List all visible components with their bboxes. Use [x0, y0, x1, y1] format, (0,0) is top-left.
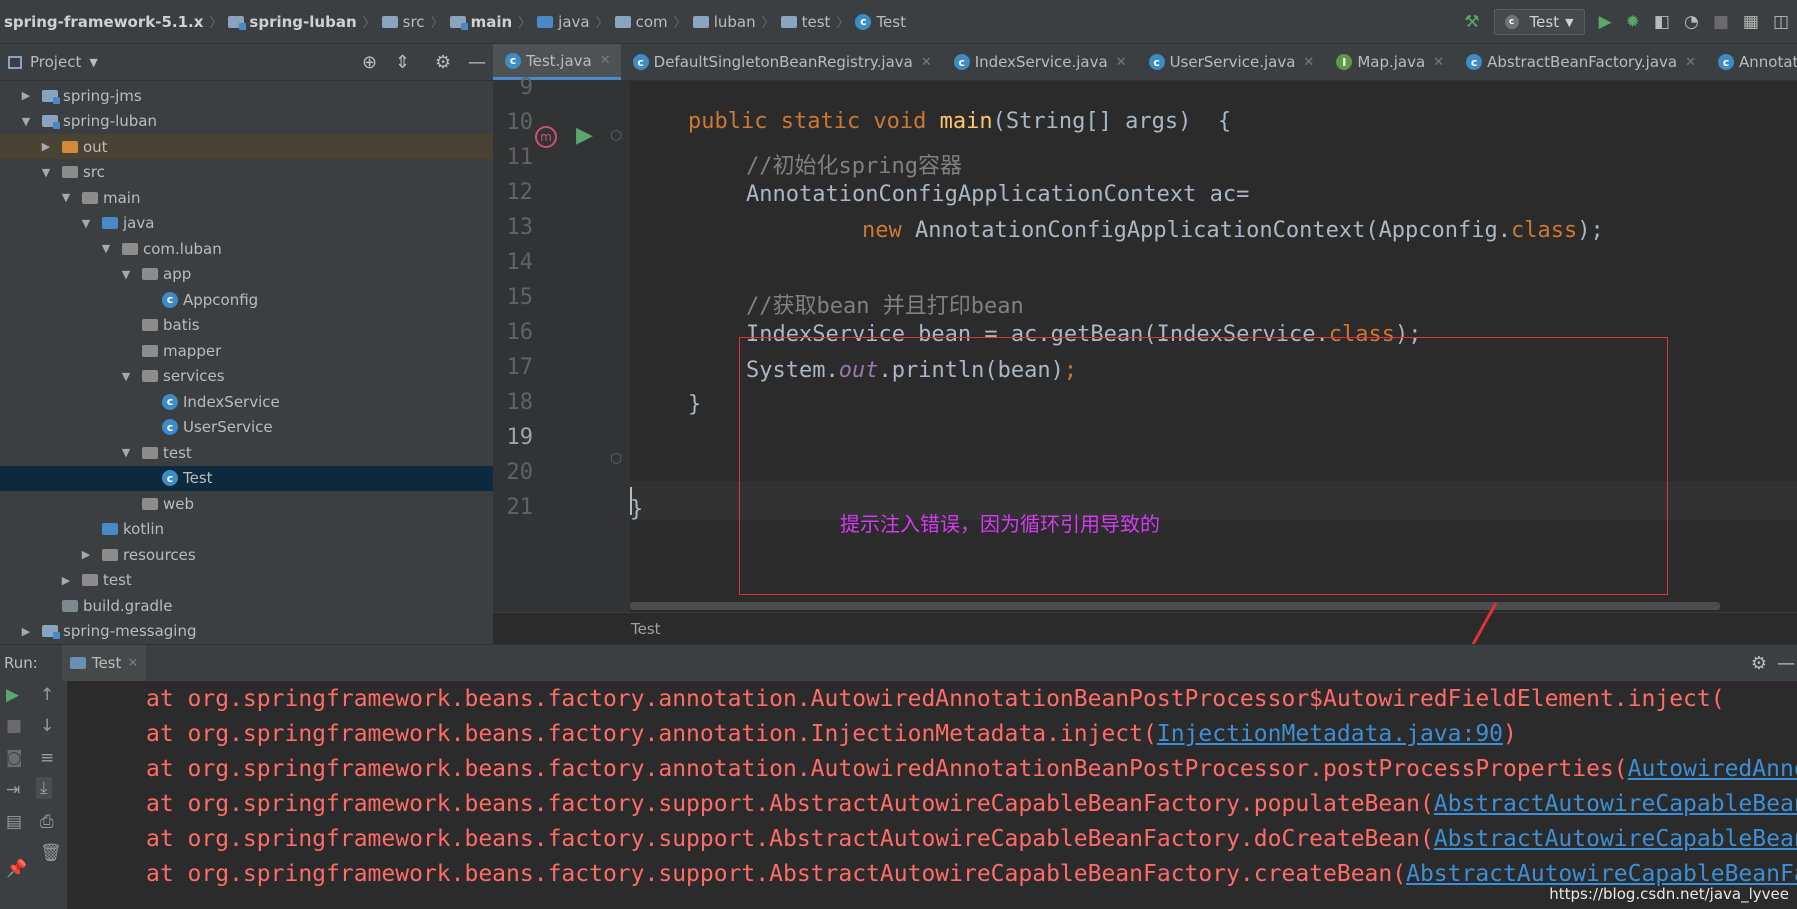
close-icon[interactable]: ✕ — [127, 656, 138, 671]
source-link[interactable]: InjectionMetadata.java:90 — [1157, 721, 1503, 747]
watermark: https://blog.csdn.net/java_lyvee — [1549, 885, 1789, 903]
up-arrow-icon[interactable]: ↑ — [40, 685, 54, 705]
trash-icon[interactable]: 🗑 — [40, 843, 62, 863]
stack-trace-line: at org.springframework.beans.factory.ann… — [146, 686, 1725, 712]
stack-trace-text: at org.springframework.beans.factory.ann… — [146, 686, 1725, 712]
login-icon[interactable]: ⇥ — [6, 780, 20, 800]
source-link[interactable]: AbstractAutowireCapableBeanFactory.java — [1434, 791, 1797, 817]
stack-trace-line: at org.springframework.beans.factory.sup… — [146, 826, 1797, 852]
print-icon[interactable]: ⎙ — [40, 812, 54, 832]
camera-icon[interactable]: ◙ — [6, 748, 23, 768]
stack-trace-text: at org.springframework.beans.factory.sup… — [146, 861, 1407, 887]
stack-trace-text: at org.springframework.beans.factory.sup… — [146, 791, 1434, 817]
source-link[interactable]: AutowiredAnnotationBeanPostProcessor.jav… — [1628, 756, 1797, 782]
scroll-to-end-icon[interactable]: ⤓ — [36, 777, 52, 799]
source-link[interactable]: AbstractAutowireCapableBeanFactory.java — [1406, 861, 1797, 887]
run-tab-icon — [69, 657, 86, 669]
rerun-icon[interactable]: ▶ — [6, 685, 19, 705]
down-arrow-icon[interactable]: ↓ — [40, 716, 54, 736]
stack-trace-text: at org.springframework.beans.factory.sup… — [146, 826, 1434, 852]
stack-trace-line: at org.springframework.beans.factory.ann… — [146, 721, 1517, 747]
stack-trace-line: at org.springframework.beans.factory.sup… — [146, 791, 1797, 817]
stack-trace-line: at org.springframework.beans.factory.ann… — [146, 756, 1797, 782]
soft-wrap-icon[interactable]: ≡ — [40, 748, 54, 768]
stack-trace-line: at org.springframework.beans.factory.sup… — [146, 861, 1797, 887]
stack-trace-text: at org.springframework.beans.factory.ann… — [146, 756, 1628, 782]
stop-icon[interactable]: ■ — [6, 716, 22, 736]
source-link[interactable]: AbstractAutowireCapableBeanFactory.java — [1434, 826, 1797, 852]
minimize-icon[interactable]: — — [1777, 653, 1795, 674]
run-panel-label: Run: — [4, 654, 38, 672]
stack-trace-text: ) — [1503, 721, 1517, 747]
stack-trace-text: at org.springframework.beans.factory.ann… — [146, 721, 1157, 747]
run-toolbar: ▶ ↑ ■ ↓ ◙ ≡ ⇥ ⤓ ▤ ⎙ 🗑 📌 — [0, 681, 68, 909]
console-output[interactable]: at org.springframework.beans.factory.ann… — [68, 681, 1797, 909]
gear-icon[interactable]: ⚙ — [1751, 653, 1767, 674]
pin-icon[interactable]: 📌 — [6, 859, 27, 879]
run-panel-header: Run: Test ✕ ⚙ — — [0, 644, 1797, 681]
run-tab-label: Test — [91, 654, 122, 672]
run-tab[interactable]: Test ✕ — [61, 645, 147, 681]
layout-icon[interactable]: ▤ — [6, 812, 22, 832]
